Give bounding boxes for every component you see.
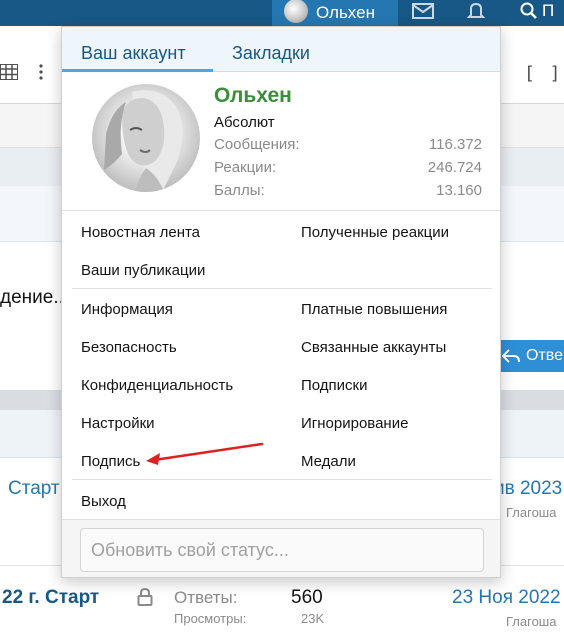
replies-label: Ответы: — [174, 588, 238, 607]
status-update-area — [62, 519, 500, 577]
thread-last-user[interactable]: Глагоша — [506, 614, 556, 629]
menu-subscriptions[interactable]: Подписки — [301, 377, 368, 394]
menu-news-feed[interactable]: Новостная лента — [81, 224, 200, 241]
thread-title-link[interactable]: 22 г. Старт — [2, 587, 99, 609]
status-input[interactable] — [80, 528, 484, 572]
replies-count: 560 — [291, 587, 323, 608]
thread-last-date[interactable]: 23 Ноя 2022 — [452, 587, 561, 609]
stat-label: Баллы: — [214, 182, 265, 199]
tab-your-account[interactable]: Ваш аккаунт — [81, 43, 186, 64]
user-title: Абсолют — [214, 114, 275, 131]
menu-paid-upgrades[interactable]: Платные повышения — [301, 301, 447, 318]
bell-icon — [467, 2, 485, 18]
user-avatar — [284, 0, 308, 23]
menu-divider — [72, 479, 492, 480]
stat-reactions: Реакции: 246.724 — [214, 159, 482, 179]
popup-tabs: Ваш аккаунт Закладки — [62, 27, 500, 72]
lock-icon — [137, 588, 153, 606]
menu-security[interactable]: Безопасность — [81, 339, 177, 356]
search-icon — [520, 2, 537, 19]
menu-privacy[interactable]: Конфиденциальность — [81, 377, 233, 394]
fullscreen-icon[interactable]: [ ] — [524, 63, 563, 84]
stat-messages: Сообщения: 116.372 — [214, 136, 482, 156]
top-navigation-bar: Ольхен П — [0, 0, 564, 26]
more-options-icon[interactable] — [38, 64, 44, 80]
reply-button-label: Отве — [526, 347, 563, 364]
conversations-button[interactable] — [408, 0, 438, 22]
thread-last-user[interactable]: Глагоша — [506, 505, 556, 520]
portrait-image — [104, 90, 183, 192]
stat-label: Реакции: — [214, 159, 277, 176]
stat-label: Сообщения: — [214, 136, 300, 153]
menu-ignoring[interactable]: Игнорирование — [301, 415, 408, 432]
background-text: дение... — [0, 287, 70, 308]
views-count: 23K — [301, 611, 325, 626]
tab-bookmarks[interactable]: Закладки — [232, 43, 310, 64]
grid-view-icon[interactable] — [0, 64, 18, 80]
thread-title-link[interactable]: Старт — [8, 478, 60, 500]
account-menu-trigger[interactable]: Ольхен — [272, 0, 398, 26]
menu-connected-accounts[interactable]: Связанные аккаунты — [301, 339, 446, 356]
menu-divider — [62, 210, 500, 211]
menu-signature[interactable]: Подпись — [81, 453, 140, 470]
menu-preferences[interactable]: Настройки — [81, 415, 155, 432]
menu-trophies[interactable]: Медали — [301, 453, 356, 470]
stat-value: 116.372 — [428, 136, 482, 153]
account-popup: Ваш аккаунт Закладки Ольхен Абсолют Сооб… — [61, 26, 501, 578]
profile-avatar[interactable] — [92, 84, 200, 192]
profile-summary: Ольхен Абсолют Сообщения: 116.372 Реакци… — [62, 72, 500, 210]
stat-value: 246.724 — [427, 159, 482, 176]
search-button[interactable]: П — [520, 0, 564, 22]
menu-received-reactions[interactable]: Полученные реакции — [301, 224, 449, 241]
menu-your-content[interactable]: Ваши публикации — [81, 262, 205, 279]
stat-points: Баллы: 13.160 — [214, 182, 482, 202]
stat-value: 13.160 — [436, 182, 482, 199]
reply-button[interactable]: Отве — [494, 340, 564, 372]
reply-icon — [502, 349, 520, 363]
profile-username[interactable]: Ольхен — [214, 84, 292, 108]
topbar-username: Ольхен — [316, 3, 375, 22]
alerts-button[interactable] — [458, 0, 494, 22]
annotation-arrow — [146, 442, 264, 465]
menu-logout[interactable]: Выход — [81, 493, 126, 510]
thread-last-date[interactable]: ив 2023 — [494, 478, 562, 500]
menu-divider — [72, 288, 492, 289]
views-label: Просмотры: — [174, 611, 247, 626]
envelope-icon — [412, 3, 434, 19]
search-label: П — [542, 1, 555, 20]
menu-account-details[interactable]: Информация — [81, 301, 173, 318]
